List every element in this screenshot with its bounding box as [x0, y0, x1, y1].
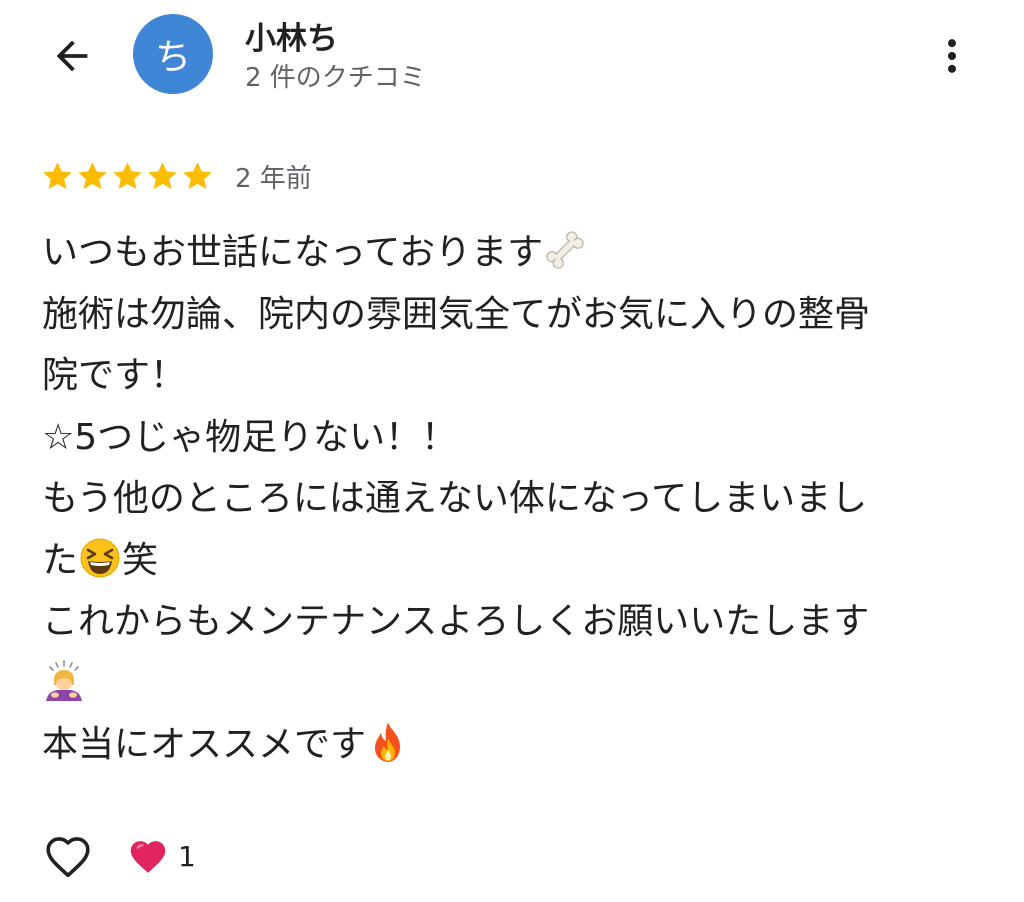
reviewer-name[interactable]: 小林ち — [245, 13, 338, 58]
review-line — [42, 653, 987, 715]
reactions-bar: 1 — [40, 826, 196, 886]
review-date: 2 年前 — [235, 163, 312, 194]
laughing-face-icon — [80, 538, 120, 577]
more-vertical-icon — [947, 39, 957, 73]
star-icon — [183, 161, 212, 189]
more-options-button[interactable] — [930, 30, 974, 82]
rating-row: 2 年前 — [40, 156, 312, 196]
heart-outline-icon — [46, 837, 90, 878]
review-text: いつもお世話になっております 施術は勿論、院内の雰囲気全てがお気に入りの整骨 院… — [42, 222, 987, 776]
review-line: ☆5つじゃ物足りない！！ — [42, 416, 458, 458]
review-line: 院です！ — [42, 355, 187, 396]
back-button[interactable] — [46, 30, 98, 82]
avatar[interactable]: ち — [133, 14, 213, 94]
star-icon — [43, 161, 72, 189]
star-icon — [113, 161, 142, 189]
bone-icon — [546, 231, 584, 269]
reaction-summary[interactable]: 1 — [126, 834, 196, 878]
review-line: 施術は勿論、院内の雰囲気全てがお気に入りの整骨 — [42, 293, 871, 335]
review-line: いつもお世話になっております — [42, 222, 987, 284]
fire-icon — [375, 722, 401, 762]
review-header: ち 小林ち 2 件のクチコミ — [0, 0, 1024, 120]
like-button[interactable] — [40, 828, 96, 884]
bowing-person-icon — [46, 659, 82, 701]
star-icon — [148, 161, 177, 189]
review-line: 本当にオススメです — [42, 714, 987, 776]
review-line: これからもメンテナンスよろしくお願いいたします — [42, 601, 870, 642]
review-line: た 笑 — [42, 530, 987, 592]
star-icon — [78, 161, 107, 189]
review-line: もう他のところには通えない体になってしまいまし — [42, 478, 868, 519]
arrow-back-icon — [56, 40, 88, 72]
like-count: 1 — [178, 839, 196, 873]
reviewer-review-count: 2 件のクチコミ — [245, 63, 426, 93]
red-heart-icon — [130, 841, 166, 873]
avatar-letter: ち — [154, 37, 191, 78]
star-rating — [40, 159, 215, 194]
